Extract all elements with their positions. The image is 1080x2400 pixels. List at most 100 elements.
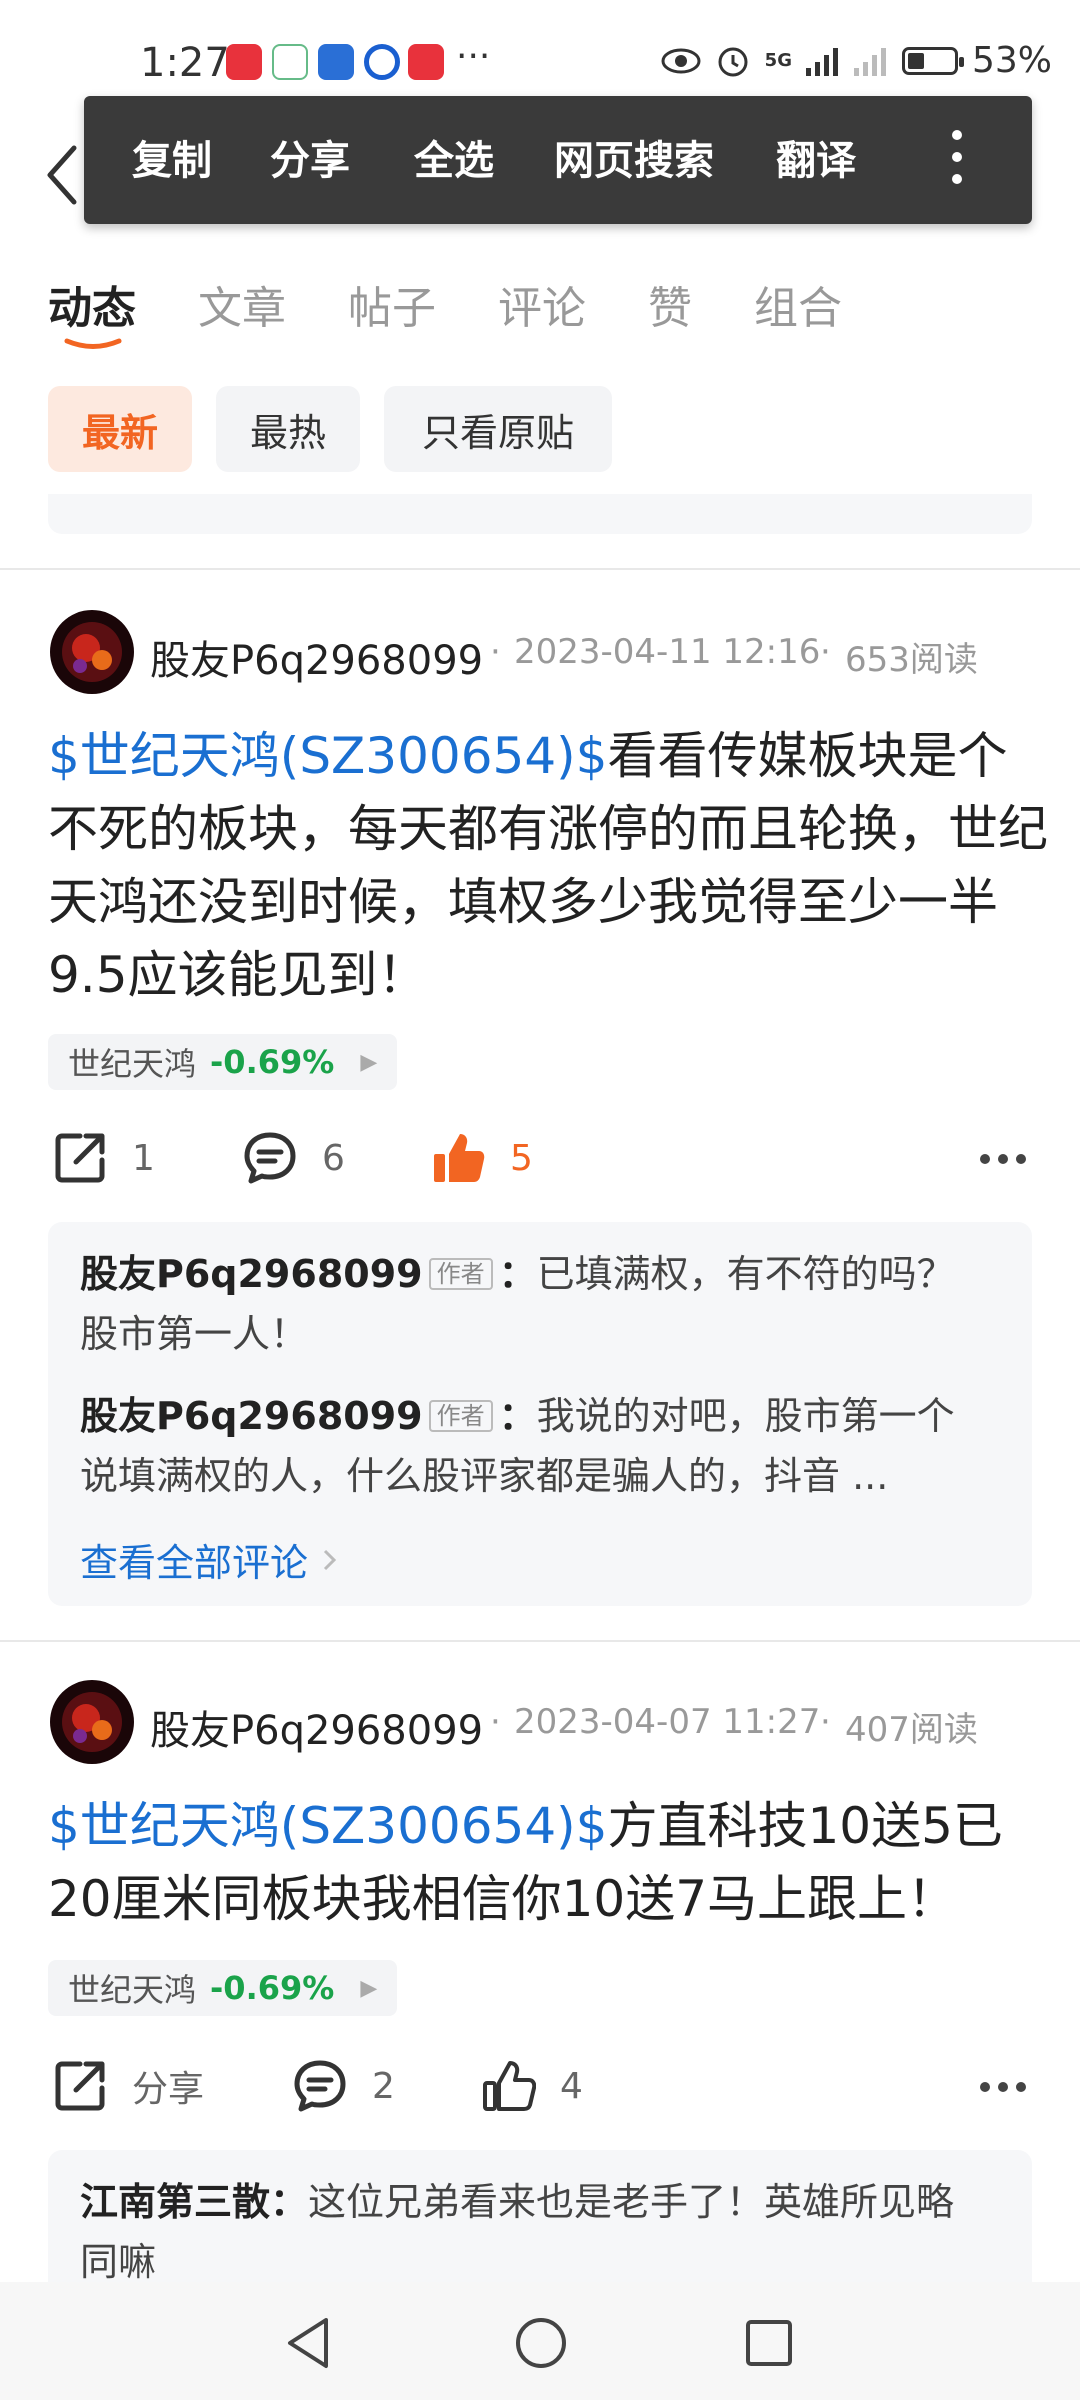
more-options-icon[interactable] [952,124,962,194]
share-icon [55,1133,105,1183]
share-action[interactable]: 1 [52,1130,155,1186]
tab-comments[interactable]: 评论 [498,272,586,336]
post-username[interactable]: 股友P6q2968099 [150,628,483,686]
tab-portfolio[interactable]: 组合 [754,272,842,336]
translate-button[interactable]: 翻译 [776,128,856,186]
stock-name: 世纪天鸿 [68,1971,197,2009]
post-meta-sep: · [490,1702,501,1742]
web-search-button[interactable]: 网页搜索 [554,128,714,186]
post-date: 2023-04-07 11:27 [514,1702,821,1742]
reply-colon: ： [498,1394,537,1438]
reply-colon: ： [498,1252,537,1296]
chevron-right-icon [323,1549,337,1570]
filter-latest[interactable]: 最新 [48,386,192,472]
thumbs-up-filled-icon [434,1134,485,1182]
comments-box: 江南第三散：这位兄弟看来也是老手了！英雄所见略同嘛 [48,2150,1032,2282]
like-action[interactable]: 4 [480,2058,583,2114]
comments-box: 股友P6q2968099 作者 ：已填满权，有不符的吗？股市第一人！ 股友P6q29… [48,1222,1032,1606]
post-meta-sep: · [820,632,831,672]
stock-quote-chip[interactable]: 世纪天鸿 -0.69% ▶ [48,1960,398,2016]
share-label: 分享 [132,2069,205,2110]
stock-tag-link[interactable]: $世纪天鸿(SZ300654)$ [48,727,608,785]
eye-icon [661,48,701,73]
comment-icon [294,2060,346,2112]
stock-app-icon [408,44,444,80]
share-button[interactable]: 分享 [270,128,350,186]
reply-user[interactable]: 江南第三散 [80,2180,270,2224]
tab-active-indicator [64,338,122,349]
avatar[interactable] [50,1680,134,1764]
signal-5g-icon: 5G [764,50,792,71]
like-count: 4 [560,2065,583,2107]
view-all-comments-label: 查看全部评论 [80,1541,309,1585]
reply-item[interactable]: 股友P6q2968099 作者 ：我说的对吧，股市第一个说填满权的人，什么股评家都是… [80,1386,980,1506]
stock-change: -0.69% [210,1043,335,1081]
more-icon[interactable] [980,1154,1026,1166]
back-icon[interactable] [40,140,90,210]
filter-hottest[interactable]: 最热 [216,386,360,472]
reply-user[interactable]: 股友P6q2968099 [80,1394,423,1438]
tab-articles[interactable]: 文章 [198,272,286,336]
comment-box-partial [48,494,1032,534]
nav-home-icon[interactable] [514,2316,568,2370]
huawei-app-icon [226,44,262,80]
nav-back-icon[interactable] [284,2316,334,2370]
avatar[interactable] [50,610,134,694]
post-meta-sep: · [820,1702,831,1742]
system-navigation-bar [0,2282,1080,2400]
share-count: 1 [132,1137,155,1179]
like-action[interactable]: 5 [430,1130,533,1186]
share-action[interactable]: 分享 [52,2058,204,2114]
author-badge: 作者 [428,1399,493,1432]
stock-quote-chip[interactable]: 世纪天鸿 -0.69% ▶ [48,1034,398,1090]
battery-icon [901,46,964,75]
tab-posts[interactable]: 帖子 [348,272,436,336]
stock-tag-link[interactable]: $世纪天鸿(SZ300654)$ [48,1797,608,1855]
reply-item[interactable]: 江南第三散：这位兄弟看来也是老手了！英雄所见略同嘛 [80,2172,980,2282]
select-all-button[interactable]: 全选 [414,128,494,186]
reply-colon: ： [270,2180,309,2224]
post-body[interactable]: $世纪天鸿(SZ300654)$看看传媒板块是个不死的板块，每天都有涨停的而且轮… [48,720,1048,1012]
post-meta-sep: · [490,632,501,672]
share-icon [55,2061,105,2111]
comment-count: 2 [372,2065,395,2107]
status-more: ··· [456,36,491,77]
home-app-icon [272,44,308,80]
comment-icon [244,1132,296,1184]
author-badge: 作者 [428,1257,493,1290]
post-body[interactable]: $世纪天鸿(SZ300654)$方直科技10送5已20厘米同板块我相信你10送7… [48,1790,1048,1936]
copy-button[interactable]: 复制 [132,128,212,186]
comment-count: 6 [322,1137,345,1179]
post-date: 2023-04-11 12:16 [514,632,821,672]
chevron-right-icon: ▶ [360,1049,378,1075]
nav-recents-icon[interactable] [744,2318,794,2368]
signal-2-icon [853,47,886,76]
reply-user[interactable]: 股友P6q2968099 [80,1252,423,1296]
more-icon[interactable] [980,2082,1026,2094]
status-time: 1:27 [140,40,230,86]
browser-app-icon [318,44,354,80]
signal-icon [805,47,838,76]
battery-percent: 53% [971,40,1052,81]
stock-change: -0.69% [210,1969,335,2007]
post-read-count: 407阅读 [845,1710,978,1750]
stock-name: 世纪天鸿 [68,1045,197,1083]
comment-action[interactable]: 2 [292,2058,395,2114]
alarm-icon [718,47,748,76]
divider [0,568,1080,570]
divider [0,1640,1080,1642]
app-icon [364,44,400,80]
post-username[interactable]: 股友P6q2968099 [150,1698,483,1756]
tab-dynamics[interactable]: 动态 [48,272,136,336]
like-count: 5 [510,1137,533,1179]
filter-original-only[interactable]: 只看原贴 [384,386,612,472]
thumbs-up-icon [483,2061,536,2111]
view-all-comments[interactable]: 查看全部评论 [80,1532,340,1587]
post-read-count: 653阅读 [845,640,978,680]
comment-action[interactable]: 6 [242,1130,345,1186]
chevron-right-icon: ▶ [360,1975,378,2001]
reply-item[interactable]: 股友P6q2968099 作者 ：已填满权，有不符的吗？股市第一人！ [80,1244,980,1364]
status-right: 5G 53% [661,40,1052,81]
text-selection-popup: 复制 分享 全选 网页搜索 翻译 [84,96,1032,224]
tab-likes[interactable]: 赞 [648,272,692,336]
